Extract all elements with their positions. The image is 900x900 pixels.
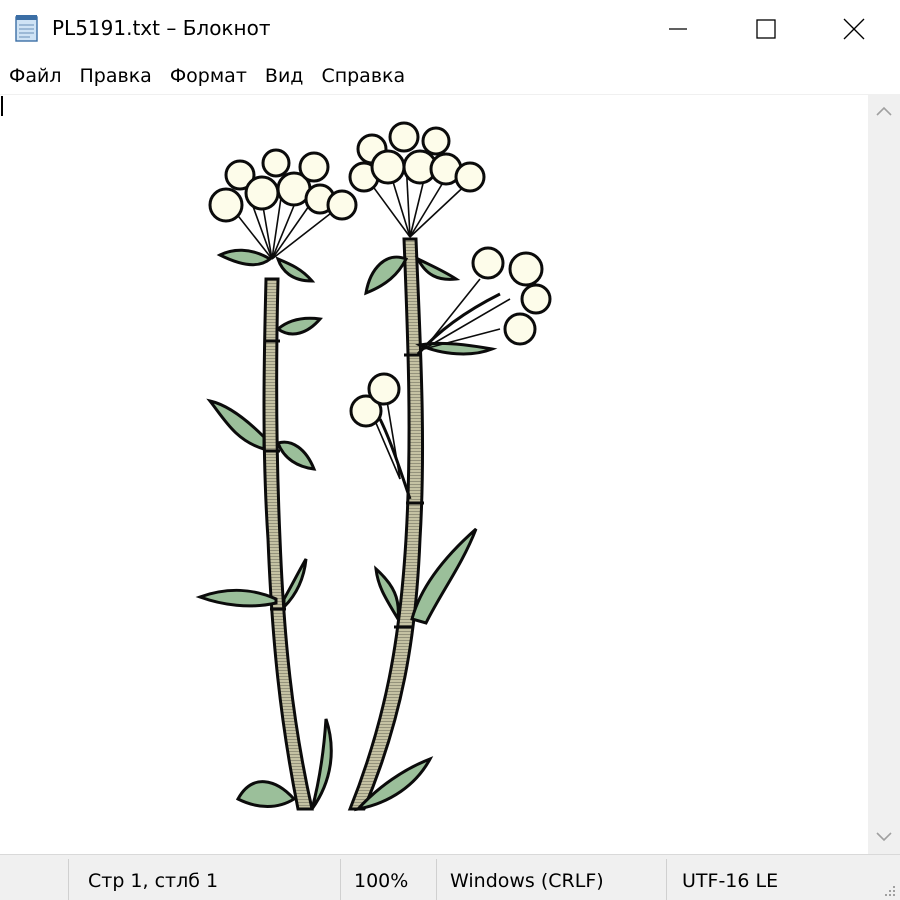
minimize-button[interactable] — [632, 0, 724, 58]
menu-file[interactable]: Файл — [0, 58, 71, 94]
scroll-up-button[interactable] — [868, 94, 900, 128]
vertical-scrollbar[interactable] — [868, 94, 900, 854]
scroll-down-button[interactable] — [868, 820, 900, 854]
close-button[interactable] — [808, 0, 900, 58]
notepad-window: PL5191.txt – Блокнот Файл Правка Формат … — [0, 0, 900, 900]
chevron-up-icon — [876, 106, 892, 116]
ascii-art-flowers — [195, 121, 552, 812]
menu-view[interactable]: Вид — [256, 58, 313, 94]
resize-grip-icon[interactable] — [882, 883, 896, 897]
text-caret — [1, 96, 3, 116]
chevron-down-icon — [876, 832, 892, 842]
minimize-icon — [669, 28, 687, 30]
line-endings: Windows (CRLF) — [450, 870, 604, 892]
menu-bar: Файл Правка Формат Вид Справка — [0, 58, 900, 94]
title-bar[interactable]: PL5191.txt – Блокнот — [0, 0, 900, 58]
status-divider — [436, 859, 437, 900]
notepad-icon — [15, 15, 38, 42]
text-editor[interactable] — [0, 94, 868, 855]
zoom-level: 100% — [354, 870, 409, 892]
encoding: UTF-16 LE — [682, 870, 779, 892]
window-title: PL5191.txt – Блокнот — [52, 16, 271, 40]
cursor-position: Стр 1, стлб 1 — [88, 870, 219, 892]
status-divider — [666, 859, 667, 900]
maximize-icon — [756, 19, 776, 39]
close-icon — [843, 18, 865, 40]
status-divider — [68, 859, 69, 900]
maximize-button[interactable] — [720, 0, 812, 58]
menu-edit[interactable]: Правка — [71, 58, 161, 94]
menu-format[interactable]: Формат — [161, 58, 256, 94]
menu-help[interactable]: Справка — [312, 58, 414, 94]
status-bar: Стр 1, стлб 1 100% Windows (CRLF) UTF-16… — [0, 854, 900, 900]
status-divider — [340, 859, 341, 900]
